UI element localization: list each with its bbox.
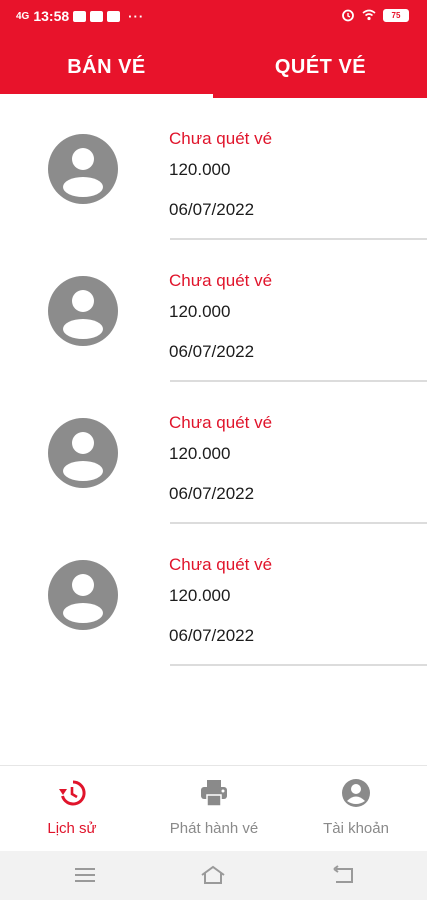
account-circle-icon xyxy=(342,779,370,807)
ticket-date: 06/07/2022 xyxy=(169,484,255,503)
wifi-icon xyxy=(362,9,376,21)
battery-icon: 75 xyxy=(383,8,409,22)
active-tab-indicator xyxy=(0,94,213,98)
nav-issue-ticket[interactable]: Phát hành vé xyxy=(143,766,285,852)
message-icon xyxy=(107,10,121,22)
ticket-price: 120.000 xyxy=(169,444,231,463)
ticket-price: 120.000 xyxy=(169,160,231,179)
status-bar: 4G 13:58 ··· 75 xyxy=(0,0,427,34)
nav-history-label: Lịch sử xyxy=(47,820,97,837)
ticket-status: Chưa quét vé xyxy=(169,413,273,432)
mail-icon xyxy=(73,10,87,22)
youtube-icon xyxy=(90,10,104,22)
avatar-icon xyxy=(48,560,118,630)
divider xyxy=(170,238,427,240)
nav-issue-label: Phát hành vé xyxy=(169,820,259,837)
signal-icon: 4G xyxy=(16,10,30,22)
status-left: 4G 13:58 ··· xyxy=(16,8,144,24)
tab-quet-ve[interactable]: QUÉT VÉ xyxy=(214,34,427,98)
list-item[interactable]: Chưa quét vé 120.000 06/07/2022 xyxy=(0,258,427,400)
back-icon[interactable] xyxy=(332,863,358,887)
avatar-icon xyxy=(48,276,118,346)
list-item[interactable]: Chưa quét vé 120.000 06/07/2022 xyxy=(0,542,427,684)
home-icon[interactable] xyxy=(200,863,226,887)
bottom-nav: Lịch sử Phát hành vé Tài khoản xyxy=(0,765,427,852)
tab-bar: BÁN VÉ QUÉT VÉ xyxy=(0,34,427,98)
divider xyxy=(170,380,427,382)
status-right: 75 xyxy=(341,8,409,22)
nav-history[interactable]: Lịch sử xyxy=(1,766,143,852)
ticket-price: 120.000 xyxy=(169,302,231,321)
ticket-price: 120.000 xyxy=(169,586,231,605)
ticket-date: 06/07/2022 xyxy=(169,200,255,219)
list-item[interactable]: Chưa quét vé 120.000 06/07/2022 xyxy=(0,116,427,258)
printer-icon xyxy=(201,780,227,807)
ticket-date: 06/07/2022 xyxy=(169,342,255,361)
avatar-icon xyxy=(48,418,118,488)
tab-ban-ve[interactable]: BÁN VÉ xyxy=(0,34,213,98)
list-item[interactable]: Chưa quét vé 120.000 06/07/2022 xyxy=(0,400,427,542)
ticket-status: Chưa quét vé xyxy=(169,271,273,290)
divider xyxy=(170,522,427,524)
system-nav-bar xyxy=(0,851,427,900)
status-time: 13:58 xyxy=(33,8,70,24)
nav-account-label: Tài khoản xyxy=(323,820,389,837)
menu-icon[interactable] xyxy=(72,863,98,887)
ticket-date: 06/07/2022 xyxy=(169,626,255,645)
nav-account[interactable]: Tài khoản xyxy=(285,766,427,852)
divider xyxy=(170,664,427,666)
history-icon xyxy=(59,780,86,806)
ticket-status: Chưa quét vé xyxy=(169,555,273,574)
more-notifications-icon: ··· xyxy=(128,8,145,24)
avatar-icon xyxy=(48,134,118,204)
alarm-icon xyxy=(342,9,354,22)
ticket-status: Chưa quét vé xyxy=(169,129,273,148)
